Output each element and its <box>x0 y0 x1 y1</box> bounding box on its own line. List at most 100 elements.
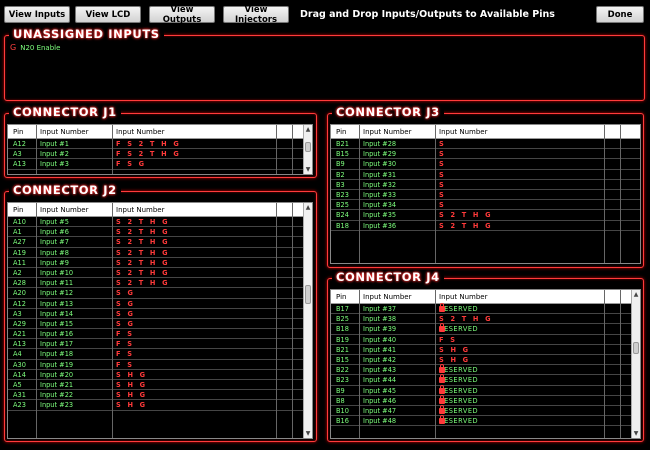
input-number-cell: Input #23 <box>40 401 74 410</box>
table-row[interactable]: B19 Input #40 F S <box>331 335 640 345</box>
scroll-down-arrow-icon[interactable]: ▼ <box>632 429 640 438</box>
done-button[interactable]: Done <box>596 6 644 23</box>
table-row[interactable]: A27 Input #7 S 2 T H G <box>8 237 312 248</box>
reserved-cell: RESERVED <box>439 364 478 374</box>
table-row[interactable]: A3 Input #14 S G <box>8 309 312 319</box>
table-row[interactable]: B17 Input #37 RESERVED <box>331 303 640 315</box>
input-number-cell: Input #30 <box>363 160 397 169</box>
scrollbar-thumb[interactable] <box>633 341 639 354</box>
table-row[interactable]: A23 Input #23 S H G <box>8 400 312 411</box>
table-row[interactable]: A5 Input #21 S H G <box>8 380 312 391</box>
table-row[interactable]: B23 Input #44 RESERVED <box>331 374 640 386</box>
input-number-column-header[interactable]: Input Number <box>40 206 88 214</box>
vertical-scrollbar[interactable]: ▲ ▼ <box>303 125 312 174</box>
pin-column-header[interactable]: Pin <box>336 128 346 136</box>
table-row[interactable]: A20 Input #12 S G <box>8 288 312 299</box>
table-row[interactable]: A10 Input #5 S 2 T H G <box>8 217 312 228</box>
input-number-cell: Input #46 <box>363 396 397 405</box>
table-row[interactable]: B2 Input #31 S <box>331 170 640 180</box>
scrollbar-thumb[interactable] <box>305 285 311 305</box>
scroll-down-arrow-icon[interactable]: ▼ <box>304 429 312 438</box>
table-row[interactable]: A30 Input #19 F S <box>8 360 312 370</box>
function-codes-cell: F S <box>116 350 135 359</box>
table-row[interactable]: A3 Input #2 F S 2 T H G <box>8 149 312 160</box>
table-row[interactable]: B21 Input #41 S H G <box>331 345 640 355</box>
table-row[interactable]: A29 Input #15 S G <box>8 319 312 330</box>
table-row[interactable]: A2 Input #10 S 2 T H G <box>8 268 312 279</box>
table-row[interactable]: B21 Input #28 S <box>331 139 640 150</box>
table-row[interactable]: A13 Input #17 F S <box>8 339 312 350</box>
scroll-up-arrow-icon[interactable]: ▲ <box>304 125 312 134</box>
table-row[interactable]: A31 Input #22 S H G <box>8 390 312 401</box>
table-row[interactable]: A28 Input #11 S 2 T H G <box>8 278 312 289</box>
view-lcd-button[interactable]: View LCD <box>75 6 141 23</box>
table-row[interactable]: A1 Input #6 S 2 T H G <box>8 227 312 238</box>
table-row[interactable]: B15 Input #29 S <box>331 149 640 160</box>
input-number-cell: Input #31 <box>363 170 397 179</box>
connector-j1-table[interactable]: Pin Input Number Input Number A12 Input #1 F … <box>7 124 313 175</box>
function-codes-cell: S 2 T H G <box>439 221 493 230</box>
pin-column-header[interactable]: Pin <box>336 293 346 301</box>
table-row[interactable]: A21 Input #16 F S <box>8 329 312 340</box>
pin-cell: B21 <box>336 345 349 354</box>
table-row[interactable]: A13 Input #3 F S G <box>8 159 312 170</box>
table-row[interactable]: A4 Input #18 F S <box>8 349 312 360</box>
function-column-header[interactable]: Input Number <box>116 128 164 136</box>
table-row[interactable]: B25 Input #38 S 2 T H G <box>331 314 640 325</box>
table-row[interactable]: A12 Input #13 S G <box>8 299 312 309</box>
table-row[interactable]: B15 Input #42 S H G <box>331 355 640 366</box>
connector-j2-table[interactable]: Pin Input Number Input Number A10 Input #5 S … <box>7 202 313 439</box>
input-number-cell: Input #9 <box>40 258 69 267</box>
table-row[interactable]: A19 Input #8 S 2 T H G <box>8 248 312 258</box>
table-row[interactable]: B25 Input #34 S <box>331 200 640 211</box>
pin-column-header[interactable]: Pin <box>13 206 23 214</box>
table-row[interactable]: B10 Input #47 RESERVED <box>331 404 640 417</box>
table-row[interactable]: B16 Input #48 RESERVED <box>331 415 640 427</box>
function-codes-cell: S 2 T H G <box>116 218 170 226</box>
scroll-down-arrow-icon[interactable]: ▼ <box>304 165 312 174</box>
pin-column-header[interactable]: Pin <box>13 128 23 136</box>
scroll-up-arrow-icon[interactable]: ▲ <box>632 290 640 299</box>
connector-j4-panel: CONNECTOR J4 Pin Input Number Input Number… <box>327 270 644 442</box>
table-row[interactable]: B18 Input #36 S 2 T H G <box>331 221 640 231</box>
table-row[interactable]: B9 Input #30 S <box>331 159 640 170</box>
table-row[interactable]: A14 Input #20 S H G <box>8 370 312 380</box>
table-row[interactable]: A12 Input #1 F S 2 T H G <box>8 139 312 150</box>
connector-j2-title: CONNECTOR J2 <box>9 183 121 197</box>
input-number-cell: Input #35 <box>363 211 397 220</box>
pin-cell: A14 <box>13 370 26 379</box>
input-number-cell: Input #17 <box>40 340 74 349</box>
vertical-scrollbar[interactable]: ▲ ▼ <box>303 203 312 438</box>
table-row[interactable]: B8 Input #46 RESERVED <box>331 394 640 406</box>
pin-cell: A4 <box>13 350 22 359</box>
connector-j1-title: CONNECTOR J1 <box>9 105 121 119</box>
input-number-cell: Input #47 <box>363 406 397 415</box>
vertical-scrollbar[interactable]: ▲ ▼ <box>631 290 640 438</box>
table-row[interactable]: B3 Input #32 S <box>331 180 640 190</box>
input-number-cell: Input #29 <box>363 150 397 159</box>
pin-cell: A3 <box>13 150 22 159</box>
connector-j3-table[interactable]: Pin Input Number Input Number B21 Input #28 S… <box>330 124 641 264</box>
function-column-header[interactable]: Input Number <box>439 128 487 136</box>
input-number-column-header[interactable]: Input Number <box>363 128 411 136</box>
view-injectors-button[interactable]: View Injectors <box>223 5 289 25</box>
table-row[interactable]: B22 Input #43 RESERVED <box>331 364 640 376</box>
function-column-header[interactable]: Input Number <box>116 206 164 214</box>
input-number-column-header[interactable]: Input Number <box>40 128 88 136</box>
table-row[interactable]: B24 Input #35 S 2 T H G <box>331 210 640 221</box>
column-divider <box>435 125 436 263</box>
table-row[interactable]: B18 Input #39 RESERVED <box>331 323 640 335</box>
view-outputs-button[interactable]: View Outputs <box>149 5 215 25</box>
input-number-column-header[interactable]: Input Number <box>363 293 411 301</box>
lock-icon <box>439 303 445 312</box>
connector-j4-table[interactable]: Pin Input Number Input Number B17 Input #37 R… <box>330 289 641 439</box>
table-row[interactable]: B9 Input #45 RESERVED <box>331 384 640 396</box>
scroll-up-arrow-icon[interactable]: ▲ <box>304 203 312 212</box>
function-codes-cell: S G <box>116 299 136 308</box>
table-row[interactable]: A11 Input #9 S 2 T H G <box>8 258 312 268</box>
scrollbar-thumb[interactable] <box>305 142 311 153</box>
view-inputs-button[interactable]: View Inputs <box>4 6 70 23</box>
unassigned-input-item[interactable]: G N20 Enable <box>10 43 60 52</box>
function-column-header[interactable]: Input Number <box>439 293 487 301</box>
table-row[interactable]: B23 Input #33 S <box>331 190 640 201</box>
